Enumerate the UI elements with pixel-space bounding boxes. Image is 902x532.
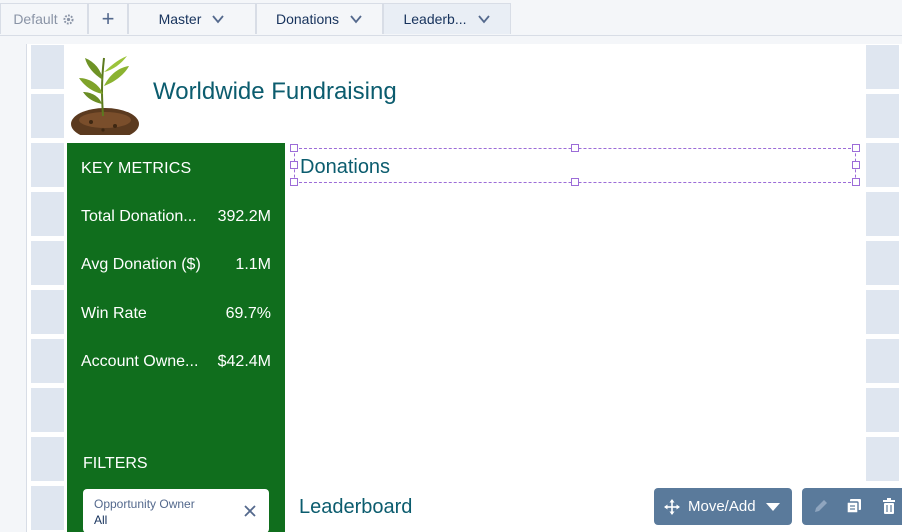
grid-cell (866, 241, 899, 285)
grid-cell (31, 45, 64, 89)
grid-cell (31, 192, 64, 236)
donations-widget-title: Donations (300, 156, 391, 178)
grid-cell (31, 388, 64, 432)
leaderboard-title: Leaderboard (299, 496, 413, 518)
close-icon[interactable] (243, 504, 257, 518)
header-widget[interactable]: Worldwide Fundraising (67, 44, 862, 141)
filter-label: Opportunity Owner (94, 497, 195, 511)
grid-cell (866, 388, 899, 432)
move-add-label: Move/Add (688, 498, 756, 515)
plus-icon: + (101, 6, 115, 31)
metric-label: Account Owne... (81, 353, 199, 370)
tab-master[interactable]: Master (128, 3, 256, 34)
chevron-down-icon (350, 15, 362, 24)
metric-value: 1.1M (235, 256, 271, 273)
grid-cell (866, 143, 899, 187)
gear-icon[interactable] (62, 13, 75, 26)
grid-cell (866, 437, 899, 481)
metric-row[interactable]: Total Donation... 392.2M (81, 208, 271, 226)
metric-value: $42.4M (217, 353, 271, 370)
metric-row[interactable]: Win Rate 69.7% (81, 305, 271, 323)
chevron-down-icon (477, 15, 490, 24)
tab-default-label: Default (13, 11, 58, 27)
trash-icon[interactable] (880, 497, 898, 515)
dashboard-title: Worldwide Fundraising (153, 78, 397, 105)
move-add-button[interactable]: Move/Add (654, 488, 792, 525)
grid-cell (31, 290, 64, 334)
move-arrows-icon (664, 498, 680, 515)
caret-down-icon (765, 502, 780, 511)
resize-handle[interactable] (290, 178, 298, 186)
grid-cell (31, 143, 64, 187)
resize-handle[interactable] (290, 144, 298, 152)
main-content-area (287, 143, 862, 483)
metric-row[interactable]: Account Owne... $42.4M (81, 353, 271, 371)
metric-label: Win Rate (81, 305, 147, 322)
opportunity-owner-filter[interactable]: Opportunity Owner All (83, 489, 269, 532)
metric-value: 69.7% (225, 305, 271, 322)
clone-icon[interactable] (845, 497, 863, 515)
chevron-down-icon (212, 15, 225, 24)
grid-cell (866, 94, 899, 138)
resize-handle[interactable] (571, 144, 579, 152)
grid-cell (866, 45, 899, 89)
grid-cell (31, 339, 64, 383)
tab-leaderboard-label: Leaderb... (403, 11, 467, 27)
key-metrics-title: KEY METRICS (81, 160, 192, 177)
metric-label: Avg Donation ($) (81, 256, 201, 273)
metric-row[interactable]: Avg Donation ($) 1.1M (81, 256, 271, 274)
resize-handle[interactable] (290, 161, 298, 169)
grid-cell (31, 94, 64, 138)
metric-label: Total Donation... (81, 208, 197, 225)
tab-leaderboard[interactable]: Leaderb... (383, 3, 511, 34)
metric-value: 392.2M (217, 208, 271, 225)
resize-handle[interactable] (852, 161, 860, 169)
sprout-logo-icon (71, 56, 139, 135)
pencil-icon[interactable] (812, 497, 830, 515)
resize-handle[interactable] (852, 144, 860, 152)
grid-cell (31, 241, 64, 285)
grid-cell (866, 339, 899, 383)
tab-donations[interactable]: Donations (256, 3, 383, 34)
grid-cell (31, 486, 64, 530)
resize-handle[interactable] (852, 178, 860, 186)
add-page-button[interactable]: + (88, 3, 128, 34)
tab-master-label: Master (158, 11, 202, 27)
widget-actions-toolbar (802, 488, 902, 525)
resize-handle[interactable] (571, 178, 579, 186)
dashboard-tab-bar: Default + Master Donations Leaderb... (0, 0, 902, 36)
grid-cell (866, 290, 899, 334)
grid-cell (866, 192, 899, 236)
grid-cell (31, 437, 64, 481)
filters-title: FILTERS (83, 455, 148, 472)
tab-default[interactable]: Default (0, 3, 88, 34)
filter-value: All (94, 513, 108, 527)
tab-donations-label: Donations (275, 11, 340, 27)
key-metrics-panel[interactable]: KEY METRICS Total Donation... 392.2M Avg… (67, 143, 285, 532)
